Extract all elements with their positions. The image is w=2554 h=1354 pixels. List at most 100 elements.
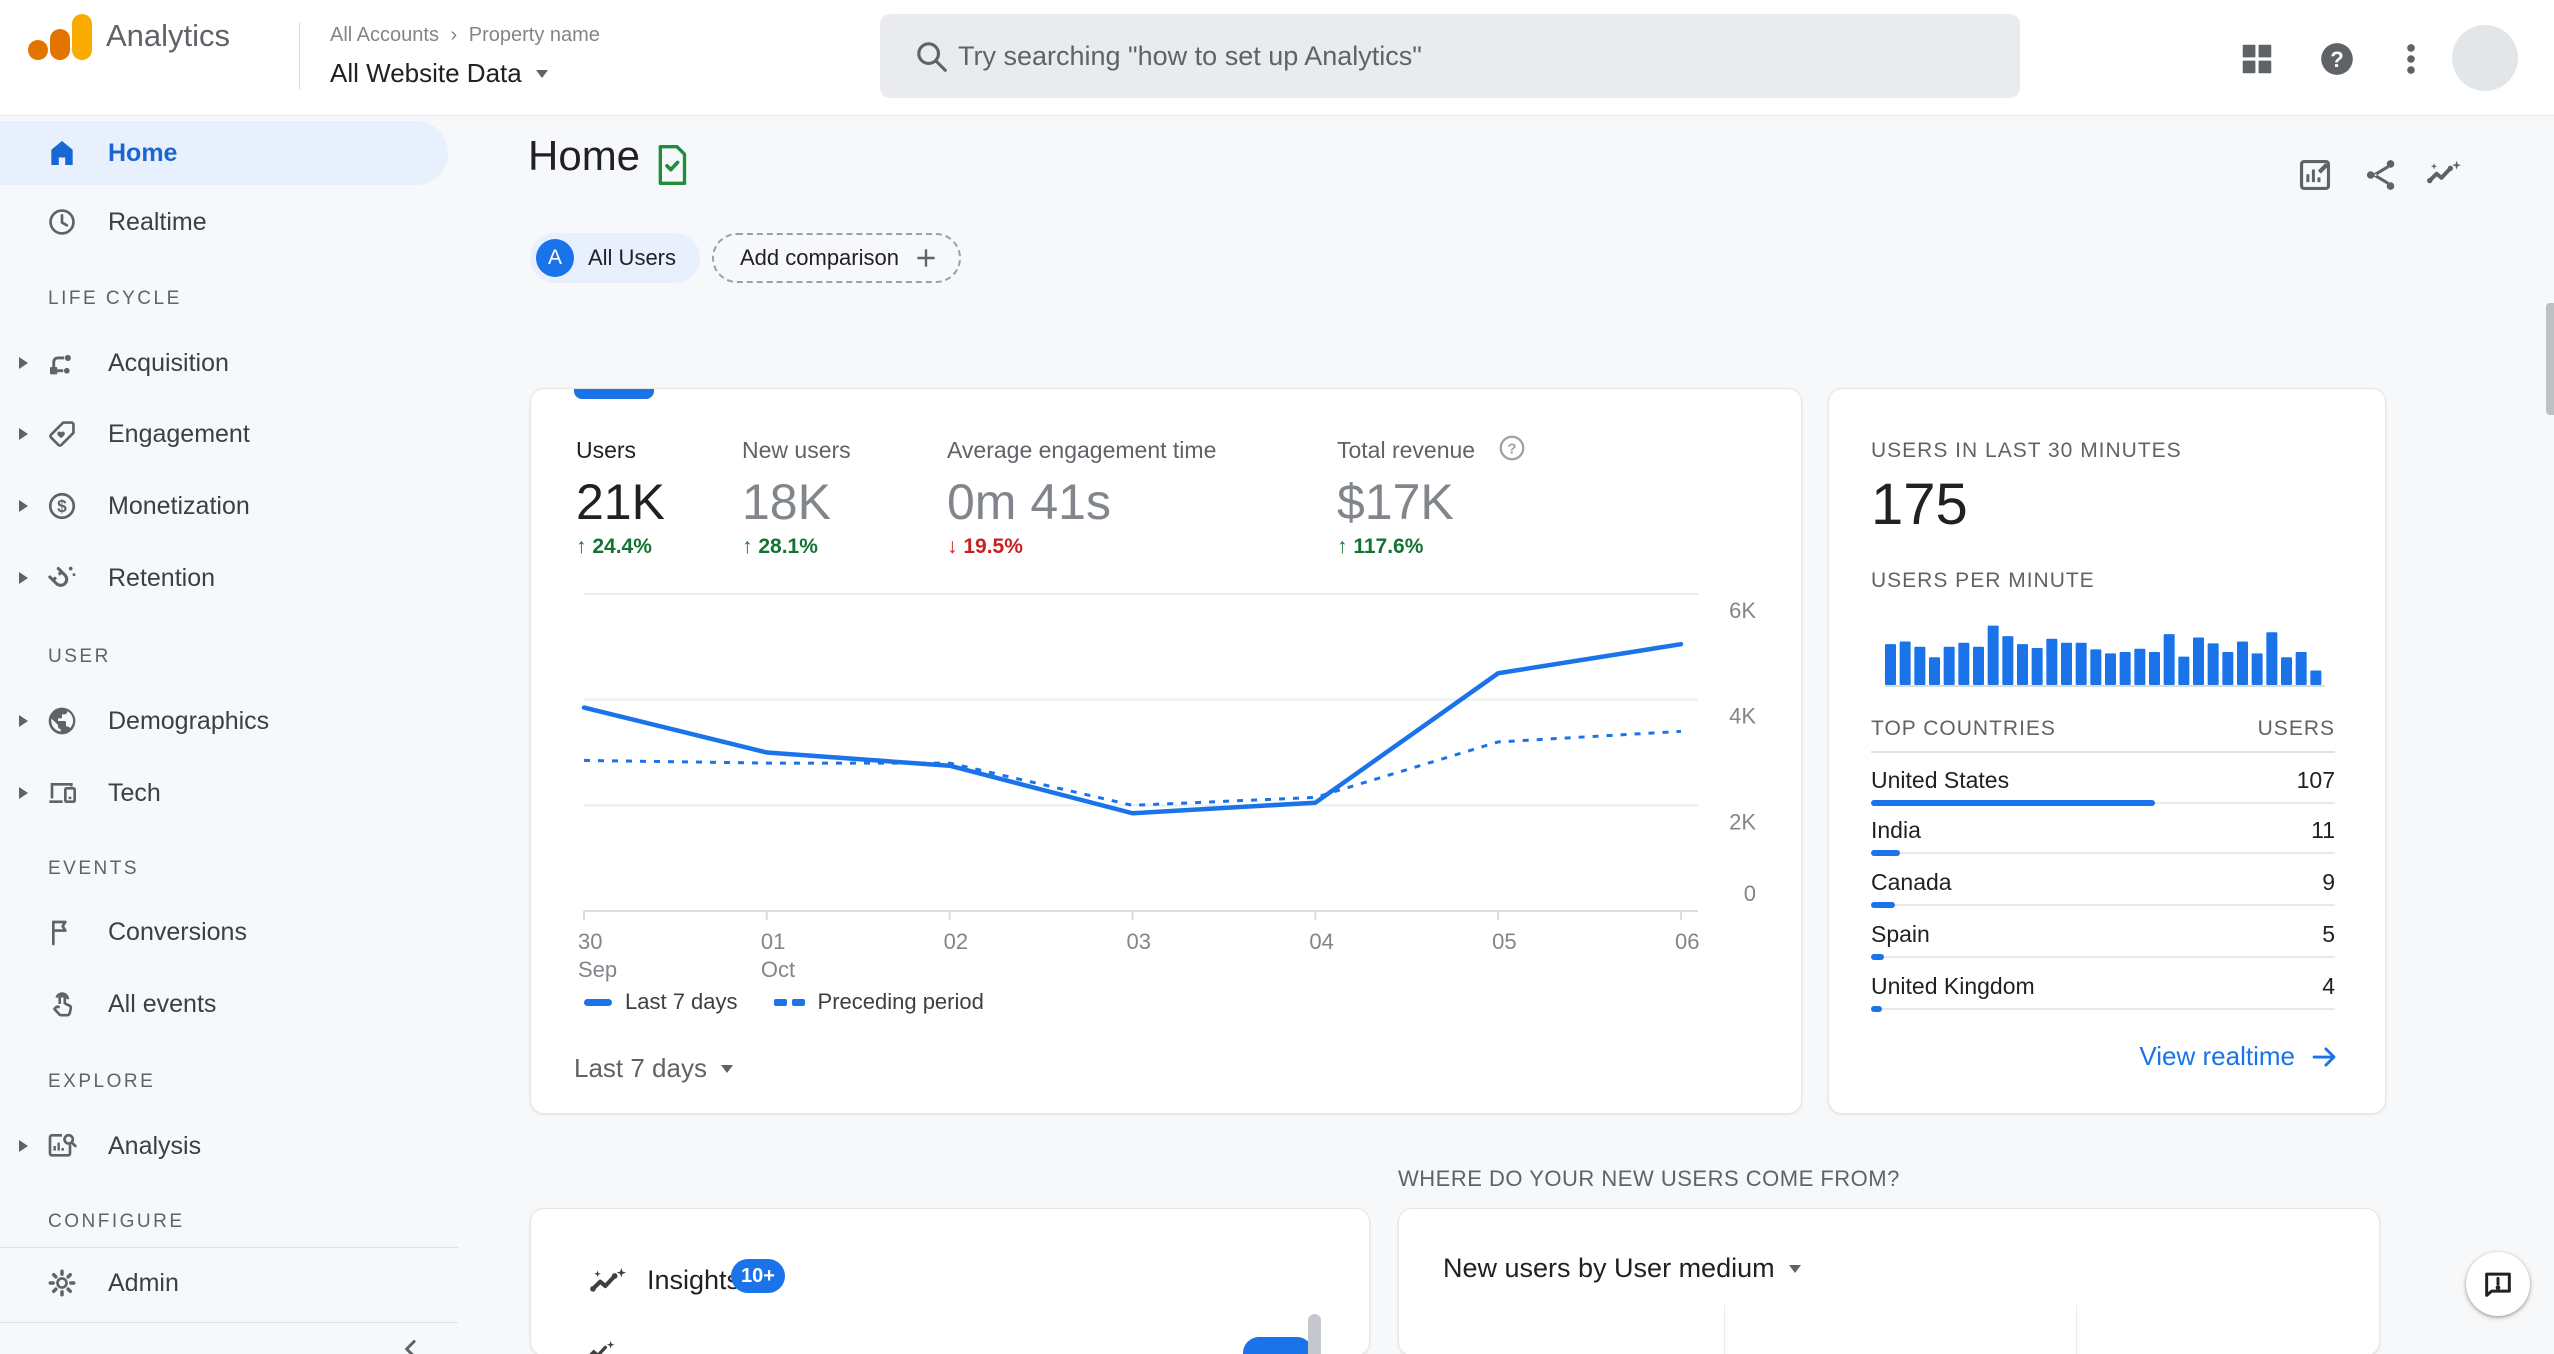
svg-text:?: ? bbox=[1507, 441, 1516, 458]
svg-text:04: 04 bbox=[1309, 929, 1333, 954]
view-realtime-link[interactable]: View realtime bbox=[2139, 1041, 2339, 1072]
collapse-sidebar-icon[interactable] bbox=[396, 1334, 426, 1354]
sidebar-item-retention[interactable]: Retention bbox=[0, 546, 448, 610]
page-scrollbar[interactable] bbox=[2546, 303, 2554, 415]
grid-line bbox=[1724, 1305, 1725, 1354]
apps-grid-icon[interactable] bbox=[2238, 40, 2276, 78]
expand-arrow-icon[interactable] bbox=[19, 428, 28, 440]
feedback-chat-button[interactable] bbox=[2466, 1252, 2530, 1316]
analysis-icon bbox=[46, 1130, 78, 1162]
arrow-right-icon bbox=[2309, 1042, 2339, 1072]
chevron-down-icon bbox=[720, 1064, 733, 1073]
section-user: USER bbox=[48, 646, 111, 667]
svg-text:06: 06 bbox=[1675, 929, 1699, 954]
sidebar-item-realtime[interactable]: Realtime bbox=[0, 190, 448, 254]
home-icon bbox=[46, 137, 78, 169]
new-users-section-heading: WHERE DO YOUR NEW USERS COME FROM? bbox=[1398, 1166, 1900, 1191]
expand-arrow-icon[interactable] bbox=[19, 572, 28, 584]
new-users-card: New users by User medium bbox=[1398, 1208, 2380, 1354]
insights-title[interactable]: Insights bbox=[647, 1265, 740, 1296]
users-overview-card: Users 21K ↑ 24.4% New users 18K ↑ 28.1% … bbox=[530, 388, 1802, 1114]
report-check-icon[interactable] bbox=[652, 142, 692, 188]
svg-text:05: 05 bbox=[1492, 929, 1516, 954]
country-row[interactable]: United States 107 bbox=[1829, 763, 2385, 807]
expand-arrow-icon[interactable] bbox=[19, 715, 28, 727]
expand-arrow-icon[interactable] bbox=[19, 1140, 28, 1152]
grid-line bbox=[2076, 1305, 2077, 1354]
metric-delta: ↑ 117.6% bbox=[1337, 535, 1424, 558]
sidebar-item-analysis[interactable]: Analysis bbox=[0, 1114, 448, 1178]
acquisition-icon bbox=[46, 347, 78, 379]
insights-count-badge: 10+ bbox=[731, 1259, 785, 1293]
sidebar-item-home[interactable]: Home bbox=[0, 121, 448, 185]
sidebar-item-demographics[interactable]: Demographics bbox=[0, 689, 448, 753]
users-trend-chart[interactable]: 0 2K 4K 6K 30 Sep 01 Oct 02 03 04 05 06 bbox=[571, 584, 1791, 1014]
insight-item-sparkle-icon bbox=[583, 1337, 617, 1354]
metric-value: 18K bbox=[742, 474, 831, 530]
help-outline-icon[interactable]: ? bbox=[1497, 433, 1527, 463]
expand-arrow-icon[interactable] bbox=[19, 357, 28, 369]
country-row[interactable]: United Kingdom 4 bbox=[1829, 969, 2385, 1013]
sidebar-item-engagement[interactable]: Engagement bbox=[0, 402, 448, 466]
insights-scrollbar[interactable] bbox=[1308, 1314, 1321, 1354]
sidebar-divider bbox=[0, 1322, 458, 1323]
country-row[interactable]: India 11 bbox=[1829, 813, 2385, 857]
more-vert-icon[interactable] bbox=[2392, 40, 2430, 78]
new-users-dimension-selector[interactable]: New users by User medium bbox=[1443, 1253, 1801, 1284]
sidebar-item-monetization[interactable]: $ Monetization bbox=[0, 474, 448, 538]
users-per-minute-title: USERS PER MINUTE bbox=[1871, 569, 2095, 592]
metric-label[interactable]: New users bbox=[742, 437, 851, 464]
expand-arrow-icon[interactable] bbox=[19, 500, 28, 512]
share-icon[interactable] bbox=[2362, 156, 2400, 194]
users-per-minute-chart[interactable] bbox=[1885, 611, 2325, 689]
customize-report-icon[interactable] bbox=[2296, 156, 2334, 194]
property-selector[interactable]: All Website Data bbox=[330, 58, 548, 89]
retention-magnet-icon bbox=[46, 562, 78, 594]
help-icon[interactable]: ? bbox=[2318, 40, 2356, 78]
solid-line-swatch bbox=[584, 998, 612, 1006]
metric-label[interactable]: Total revenue bbox=[1337, 437, 1475, 464]
sidebar-item-all-events[interactable]: All events bbox=[0, 972, 448, 1036]
sidebar-item-admin[interactable]: Admin bbox=[0, 1251, 448, 1315]
section-configure: CONFIGURE bbox=[48, 1211, 185, 1232]
country-row[interactable]: Spain 5 bbox=[1829, 917, 2385, 961]
metric-delta: ↓ 19.5% bbox=[947, 535, 1023, 558]
analytics-logo-icon[interactable] bbox=[28, 14, 94, 60]
clock-icon bbox=[46, 206, 78, 238]
chart-legend: Last 7 days Preceding period bbox=[584, 989, 984, 1015]
expand-arrow-icon[interactable] bbox=[19, 787, 28, 799]
svg-text:4K: 4K bbox=[1729, 704, 1756, 729]
sidebar-divider bbox=[0, 1247, 458, 1248]
insights-card: Insights 10+ bbox=[530, 1208, 1370, 1354]
country-row[interactable]: Canada 9 bbox=[1829, 865, 2385, 909]
chevron-down-icon bbox=[535, 69, 548, 78]
insights-sparkle-icon[interactable] bbox=[2424, 156, 2464, 194]
top-countries-header: TOP COUNTRIES bbox=[1871, 717, 2056, 740]
svg-text:30: 30 bbox=[578, 929, 602, 954]
search-bar[interactable]: Try searching "how to set up Analytics" bbox=[880, 14, 2020, 98]
date-range-selector[interactable]: Last 7 days bbox=[574, 1053, 733, 1084]
sidebar-item-acquisition[interactable]: Acquisition bbox=[0, 331, 448, 395]
product-name: Analytics bbox=[106, 18, 231, 53]
monetization-icon: $ bbox=[46, 490, 78, 522]
svg-text:?: ? bbox=[2330, 47, 2344, 72]
top-header: Analytics All Accounts › Property name A… bbox=[0, 0, 2554, 116]
metric-label[interactable]: Average engagement time bbox=[947, 437, 1216, 464]
gear-icon bbox=[46, 1267, 78, 1299]
metric-label[interactable]: Users bbox=[576, 437, 636, 464]
svg-text:Oct: Oct bbox=[761, 957, 795, 982]
insight-item-badge bbox=[1243, 1337, 1313, 1354]
chevron-down-icon bbox=[1788, 1264, 1801, 1273]
all-users-chip[interactable]: A All Users bbox=[530, 233, 701, 283]
avatar[interactable] bbox=[2452, 25, 2518, 91]
breadcrumb[interactable]: All Accounts › Property name bbox=[330, 24, 600, 47]
users-col-header: USERS bbox=[2257, 717, 2335, 740]
feedback-icon bbox=[2481, 1267, 2515, 1301]
metric-value: 0m 41s bbox=[947, 474, 1111, 530]
sidebar-item-tech[interactable]: Tech bbox=[0, 761, 448, 825]
metric-value: 21K bbox=[576, 474, 665, 530]
globe-icon bbox=[46, 705, 78, 737]
add-comparison-chip[interactable]: Add comparison bbox=[712, 233, 961, 283]
svg-text:$: $ bbox=[57, 496, 67, 516]
sidebar-item-conversions[interactable]: Conversions bbox=[0, 900, 448, 964]
